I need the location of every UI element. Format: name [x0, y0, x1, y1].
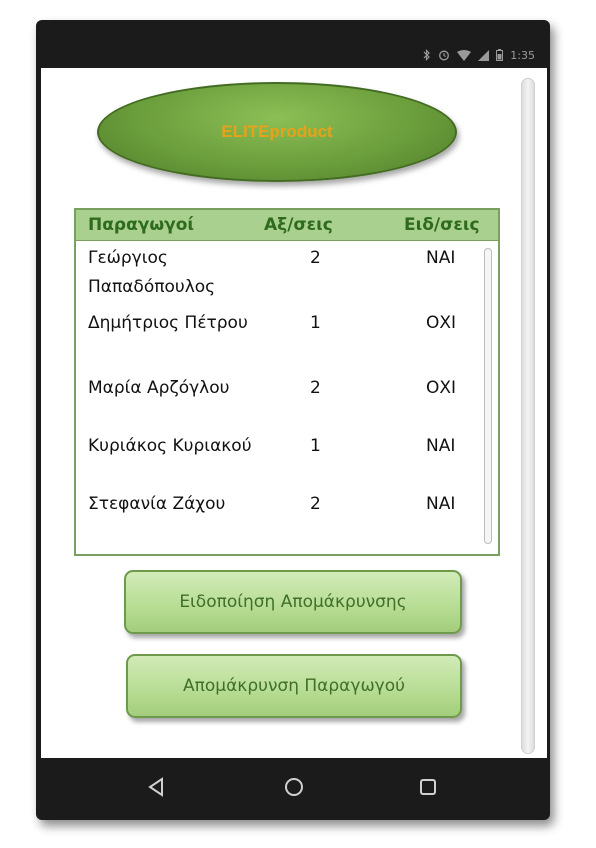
page-scrollbar[interactable]	[521, 78, 535, 754]
producer-notified: ΝΑΙ	[426, 436, 456, 456]
header-producers: Παραγωγοί	[88, 215, 194, 235]
producer-count: 2	[310, 378, 321, 398]
logo-text: ELITEproduct	[221, 122, 333, 141]
producer-name: Κυριάκος Κυριακού	[88, 436, 252, 456]
producer-count: 2	[310, 494, 321, 514]
table-scrollbar[interactable]	[484, 248, 492, 544]
table-row[interactable]: Κυριάκος Κυριακού 1 ΝΑΙ	[76, 432, 498, 494]
status-icons: 1:35	[423, 46, 535, 64]
signal-icon	[478, 49, 490, 61]
battery-icon	[496, 49, 504, 61]
back-icon[interactable]	[142, 772, 172, 802]
header-count: Αξ/σεις	[264, 215, 333, 235]
wifi-icon	[457, 49, 472, 61]
producer-name: Δημήτριος Πέτρου	[88, 313, 248, 333]
status-bar: 1:35	[41, 42, 547, 68]
home-icon[interactable]	[279, 772, 309, 802]
producer-count: 2	[310, 248, 321, 268]
producer-notified: ΝΑΙ	[426, 248, 456, 268]
producers-table: Παραγωγοί Αξ/σεις Ειδ/σεις Γεώργιος Παπα…	[74, 208, 500, 556]
table-row[interactable]: Δημήτριος Πέτρου 1 ΟΧΙ	[76, 309, 498, 371]
bluetooth-icon	[423, 49, 431, 61]
producer-name: Στεφανία Ζάχου	[88, 494, 226, 514]
producer-count: 1	[310, 436, 321, 456]
alarm-icon	[438, 49, 450, 61]
table-header: Παραγωγοί Αξ/σεις Ειδ/σεις	[76, 210, 498, 241]
app-logo: ELITEproduct	[97, 82, 457, 182]
producer-notified: ΝΑΙ	[426, 494, 456, 514]
producer-name: Γεώργιος Παπαδόπουλος	[88, 248, 216, 297]
producer-count: 1	[310, 313, 321, 333]
notify-removal-button[interactable]: Ειδοποίηση Απομάκρυνσης	[124, 570, 462, 634]
navigation-bar	[41, 758, 547, 814]
table-row[interactable]: Στεφανία Ζάχου 2 ΝΑΙ	[76, 490, 498, 552]
table-row[interactable]: Μαρία Αρζόγλου 2 ΟΧΙ	[76, 374, 498, 436]
remove-producer-button[interactable]: Απομάκρυνση Παραγωγού	[126, 654, 462, 718]
table-row[interactable]: Γεώργιος Παπαδόπουλος 2 ΝΑΙ	[76, 244, 498, 306]
producer-name: Μαρία Αρζόγλου	[88, 378, 230, 398]
header-notifications: Ειδ/σεις	[404, 215, 480, 235]
status-time: 1:35	[510, 48, 535, 62]
producer-notified: ΟΧΙ	[426, 313, 457, 333]
producer-notified: ΟΧΙ	[426, 378, 457, 398]
recents-icon[interactable]	[413, 772, 443, 802]
